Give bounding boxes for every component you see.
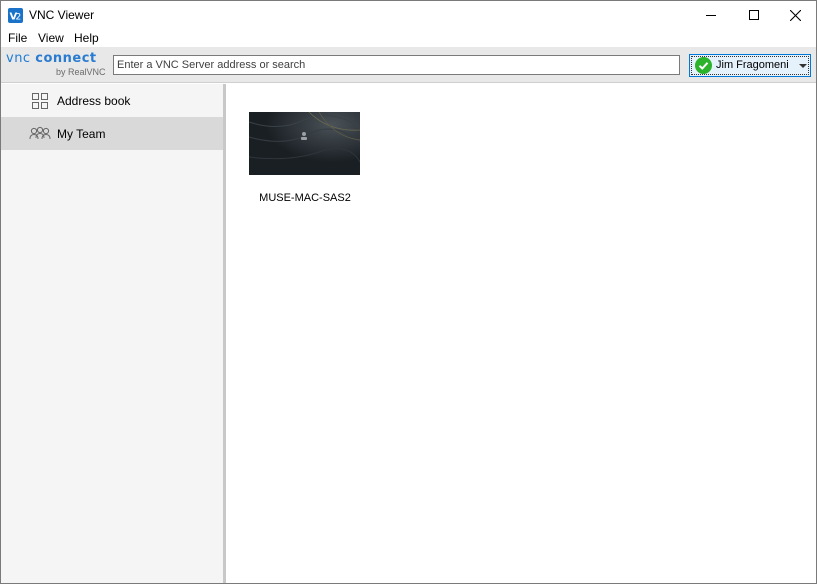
vnc-app-icon: V 2 xyxy=(8,8,23,23)
computers-pane: MUSE-MAC-SAS2 xyxy=(226,84,816,583)
address-book-grid-icon xyxy=(31,92,49,110)
sidebar-item-label: My Team xyxy=(57,126,106,141)
maximize-icon xyxy=(749,10,759,20)
title-bar: V 2 VNC Viewer xyxy=(1,1,816,29)
logo-byline: by RealVNC xyxy=(56,67,106,77)
close-icon xyxy=(789,9,801,21)
menu-bar: File View Help xyxy=(1,29,816,47)
svg-text:2: 2 xyxy=(16,13,22,23)
computer-tile[interactable]: MUSE-MAC-SAS2 xyxy=(246,112,366,212)
menu-file[interactable]: File xyxy=(8,31,27,45)
logo-vnc-text: vnc xyxy=(6,51,31,66)
computer-name-label: MUSE-MAC-SAS2 xyxy=(259,192,351,204)
window-title: VNC Viewer xyxy=(29,8,95,22)
vnc-viewer-window: V 2 VNC Viewer File View Help vnc connec… xyxy=(0,0,817,584)
vnc-connect-logo: vnc connect by RealVNC xyxy=(6,51,106,79)
sidebar-item-label: Address book xyxy=(57,93,131,108)
toolbar: vnc connect by RealVNC Jim Fragomeni xyxy=(1,47,816,83)
search-input[interactable] xyxy=(113,55,680,75)
maximize-button[interactable] xyxy=(731,1,777,29)
logo-connect-text: connect xyxy=(35,51,97,66)
chevron-down-icon xyxy=(799,64,807,68)
team-people-icon xyxy=(29,125,51,143)
user-name-label: Jim Fragomeni xyxy=(716,59,789,71)
close-button[interactable] xyxy=(772,1,817,29)
signed-in-check-icon xyxy=(695,57,712,74)
minimize-icon xyxy=(706,15,716,16)
sidebar-item-address-book[interactable]: Address book xyxy=(1,84,223,117)
minimize-button[interactable] xyxy=(688,1,734,29)
menu-view[interactable]: View xyxy=(38,31,64,45)
user-account-button[interactable]: Jim Fragomeni xyxy=(689,54,811,77)
sidebar: Address book My Team xyxy=(1,84,223,583)
computer-thumbnail xyxy=(249,112,360,175)
menu-help[interactable]: Help xyxy=(74,31,99,45)
sidebar-item-my-team[interactable]: My Team xyxy=(1,117,223,150)
